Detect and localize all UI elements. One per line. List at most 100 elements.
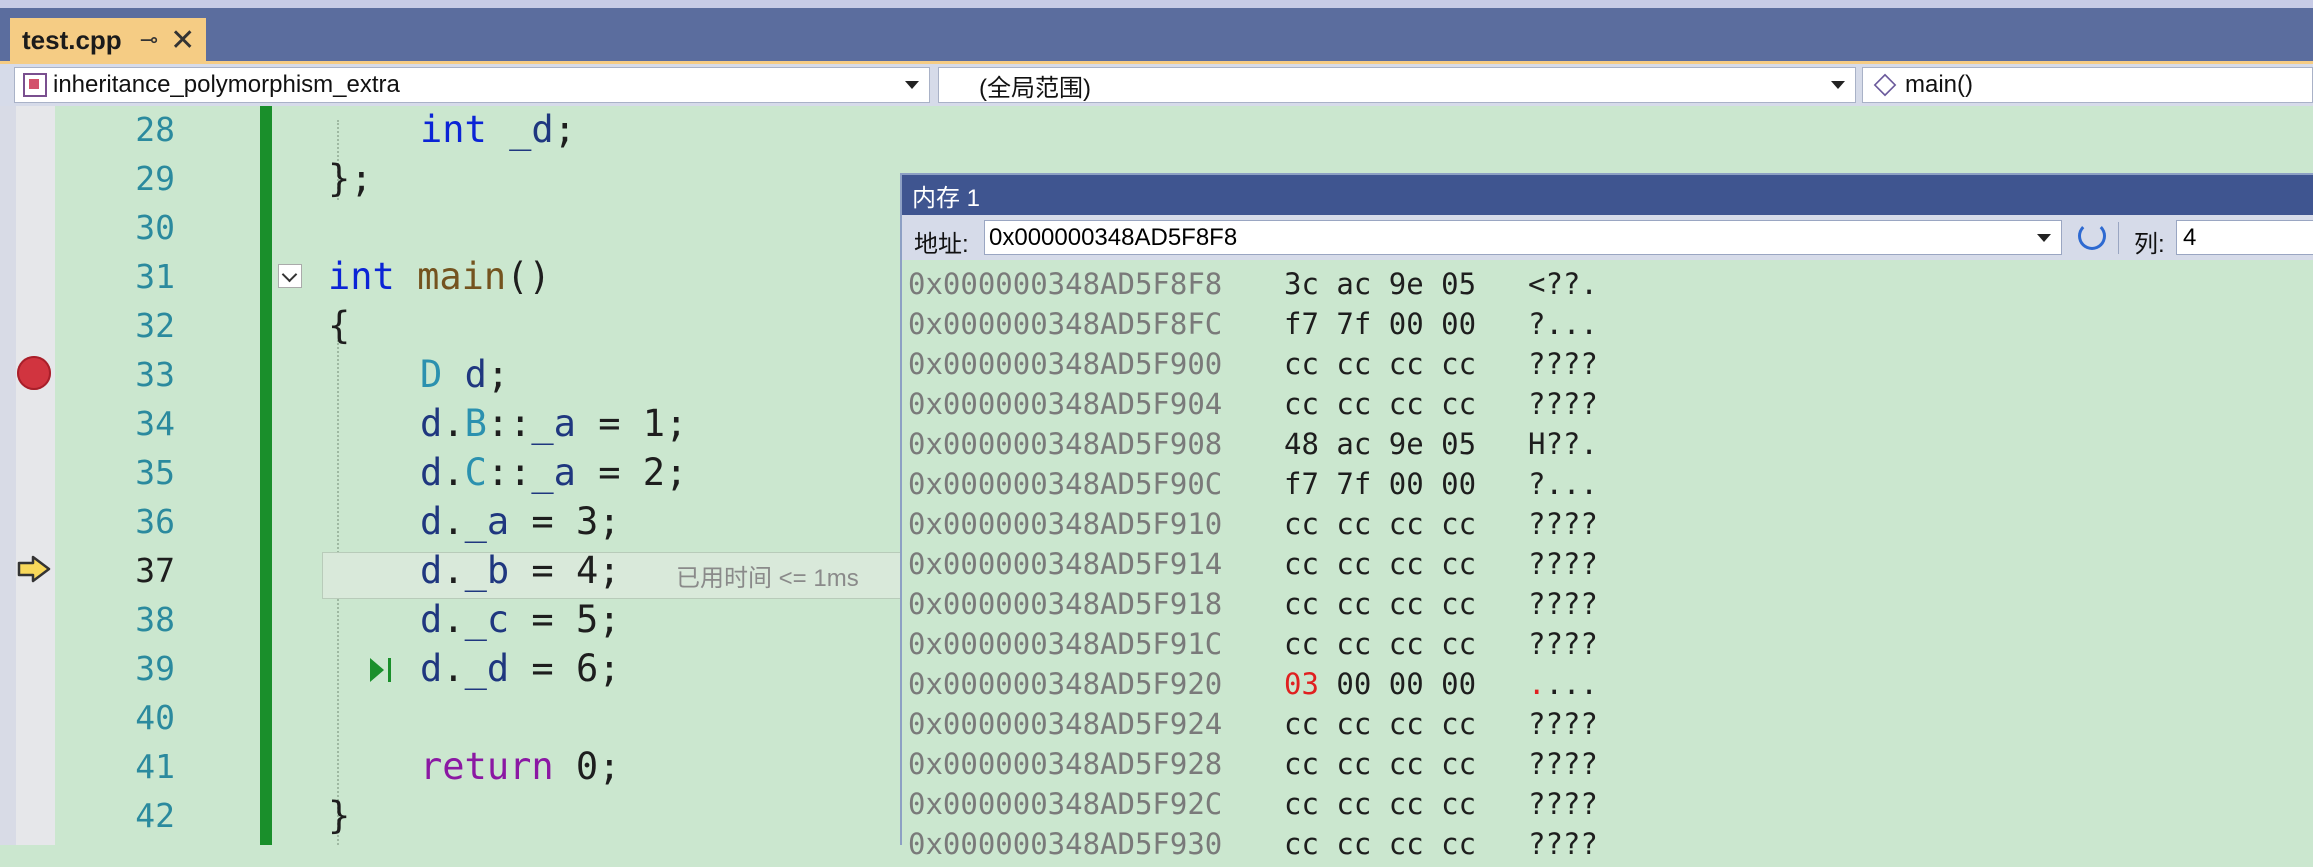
memory-row-bytes[interactable]: cc cc cc cc	[1284, 387, 1528, 421]
line-number-current: 37	[135, 551, 175, 590]
memory-row[interactable]: 0x000000348AD5F900 cc cc cc cc????	[908, 347, 1598, 387]
memory-row-bytes[interactable]: cc cc cc cc	[1284, 347, 1528, 381]
memory-row-address: 0x000000348AD5F90C	[908, 467, 1223, 501]
code-line: d._a = 3;	[420, 500, 621, 543]
memory-row-bytes[interactable]: cc cc cc cc	[1284, 827, 1528, 861]
address-input[interactable]: 0x000000348AD5F8F8	[984, 220, 2062, 255]
code-line: }	[328, 794, 351, 837]
memory-row-ascii: ????	[1528, 747, 1598, 781]
address-label: 地址:	[914, 231, 969, 258]
memory-toolbar: 地址: 0x000000348AD5F8F8 列: 4	[902, 215, 2313, 260]
memory-row-bytes[interactable]: f7 7f 00 00	[1284, 307, 1528, 341]
memory-row[interactable]: 0x000000348AD5F90C f7 7f 00 00?...	[908, 467, 1598, 507]
memory-row-ascii: ????	[1528, 587, 1598, 621]
line-number: 35	[135, 453, 175, 492]
line-number: 30	[135, 208, 175, 247]
close-icon[interactable]: ✕	[170, 25, 195, 56]
project-combo[interactable]: inheritance_polymorphism_extra	[14, 67, 930, 103]
memory-row-address: 0x000000348AD5F91C	[908, 627, 1223, 661]
code-line: {	[328, 304, 351, 347]
memory-row[interactable]: 0x000000348AD5F904 cc cc cc cc????	[908, 387, 1598, 427]
code-line: d.C::_a = 2;	[420, 451, 688, 494]
memory-window-title[interactable]: 内存 1	[902, 175, 2313, 215]
code-line: d._c = 5;	[420, 598, 621, 641]
memory-row-bytes[interactable]: cc cc cc cc	[1284, 507, 1528, 541]
memory-row-ascii: ????	[1528, 507, 1598, 541]
tab-test-cpp[interactable]: test.cpp ⊸ ✕	[10, 18, 206, 63]
chevron-down-icon	[1831, 81, 1845, 89]
perf-tip: 已用时间 <= 1ms	[676, 565, 859, 592]
line-number: 36	[135, 502, 175, 541]
project-icon	[23, 73, 47, 97]
memory-row-address: 0x000000348AD5F8F8	[908, 267, 1223, 301]
memory-row-ascii: ?...	[1528, 467, 1598, 501]
memory-row[interactable]: 0x000000348AD5F930 cc cc cc cc????	[908, 827, 1598, 867]
memory-row-address: 0x000000348AD5F928	[908, 747, 1223, 781]
memory-row-bytes[interactable]: 48 ac 9e 05	[1284, 427, 1528, 461]
line-number: 34	[135, 404, 175, 443]
line-number: 38	[135, 600, 175, 639]
tab-title: test.cpp	[22, 25, 122, 55]
memory-row[interactable]: 0x000000348AD5F8F8 3c ac 9e 05 <??.	[908, 267, 1598, 307]
memory-row-ascii: ????	[1528, 347, 1598, 381]
memory-row[interactable]: 0x000000348AD5F918 cc cc cc cc????	[908, 587, 1598, 627]
address-input-value: 0x000000348AD5F8F8	[989, 223, 1238, 251]
collapse-icon[interactable]	[278, 264, 302, 288]
scope-combo-value: (全局范围)	[979, 74, 1091, 102]
window-top-strip	[0, 0, 2313, 8]
memory-row[interactable]: 0x000000348AD5F924 cc cc cc cc????	[908, 707, 1598, 747]
line-number: 40	[135, 698, 175, 737]
chevron-down-icon[interactable]	[2037, 234, 2051, 242]
columns-label: 列:	[2134, 231, 2165, 258]
run-to-click-icon[interactable]	[370, 658, 384, 682]
memory-row-bytes[interactable]: cc cc cc cc	[1284, 787, 1528, 821]
code-line: int _d;	[420, 108, 576, 151]
memory-row-address: 0x000000348AD5F924	[908, 707, 1223, 741]
memory-row-address: 0x000000348AD5F914	[908, 547, 1223, 581]
method-icon	[1873, 73, 1897, 97]
breakpoint-icon[interactable]	[17, 356, 51, 390]
line-number: 33	[135, 355, 175, 394]
member-combo-value: main()	[1905, 71, 1974, 98]
line-number: 29	[135, 159, 175, 198]
memory-row[interactable]: 0x000000348AD5F910 cc cc cc cc????	[908, 507, 1598, 547]
columns-input-value: 4	[2183, 223, 2197, 251]
code-line: d._d = 6;	[420, 647, 621, 690]
memory-row-ascii: H??.	[1528, 427, 1598, 461]
memory-row-address: 0x000000348AD5F930	[908, 827, 1223, 861]
code-line: };	[328, 157, 373, 200]
line-number: 31	[135, 257, 175, 296]
code-line: return 0;	[420, 745, 621, 788]
memory-row-bytes[interactable]: cc cc cc cc	[1284, 747, 1528, 781]
memory-row-ascii: ????	[1528, 787, 1598, 821]
memory-row[interactable]: 0x000000348AD5F8FC f7 7f 00 00?...	[908, 307, 1598, 347]
memory-row-address: 0x000000348AD5F900	[908, 347, 1223, 381]
memory-row-address: 0x000000348AD5F8FC	[908, 307, 1223, 341]
project-combo-value: inheritance_polymorphism_extra	[53, 71, 400, 98]
memory-row-bytes[interactable]: 3c ac 9e 05	[1284, 267, 1528, 301]
line-number: 41	[135, 747, 175, 786]
memory-row[interactable]: 0x000000348AD5F914 cc cc cc cc????	[908, 547, 1598, 587]
memory-row-bytes[interactable]: cc cc cc cc	[1284, 587, 1528, 621]
document-tab-bar: test.cpp ⊸ ✕	[0, 8, 2313, 63]
refresh-icon[interactable]	[2078, 222, 2106, 250]
memory-row-bytes[interactable]: cc cc cc cc	[1284, 707, 1528, 741]
member-combo[interactable]: main()	[1862, 67, 2313, 103]
code-line: D d;	[420, 353, 510, 396]
memory-row[interactable]: 0x000000348AD5F920 03 00 00 00....	[908, 667, 1598, 707]
memory-row[interactable]: 0x000000348AD5F92C cc cc cc cc????	[908, 787, 1598, 827]
memory-row-bytes[interactable]: 03 00 00 00	[1284, 667, 1528, 701]
pin-icon[interactable]: ⊸	[140, 28, 158, 53]
scope-combo[interactable]: (全局范围)	[938, 67, 1856, 103]
memory-row-ascii: ????	[1528, 547, 1598, 581]
memory-row[interactable]: 0x000000348AD5F91C cc cc cc cc????	[908, 627, 1598, 667]
memory-row[interactable]: 0x000000348AD5F928 cc cc cc cc????	[908, 747, 1598, 787]
memory-row-bytes[interactable]: f7 7f 00 00	[1284, 467, 1528, 501]
columns-input[interactable]: 4	[2176, 220, 2313, 255]
memory-row-bytes[interactable]: cc cc cc cc	[1284, 627, 1528, 661]
memory-row[interactable]: 0x000000348AD5F908 48 ac 9e 05 H??.	[908, 427, 1598, 467]
memory-row-bytes[interactable]: cc cc cc cc	[1284, 547, 1528, 581]
memory-row-address: 0x000000348AD5F92C	[908, 787, 1223, 821]
memory-row-ascii: ?...	[1528, 307, 1598, 341]
memory-row-address: 0x000000348AD5F904	[908, 387, 1223, 421]
